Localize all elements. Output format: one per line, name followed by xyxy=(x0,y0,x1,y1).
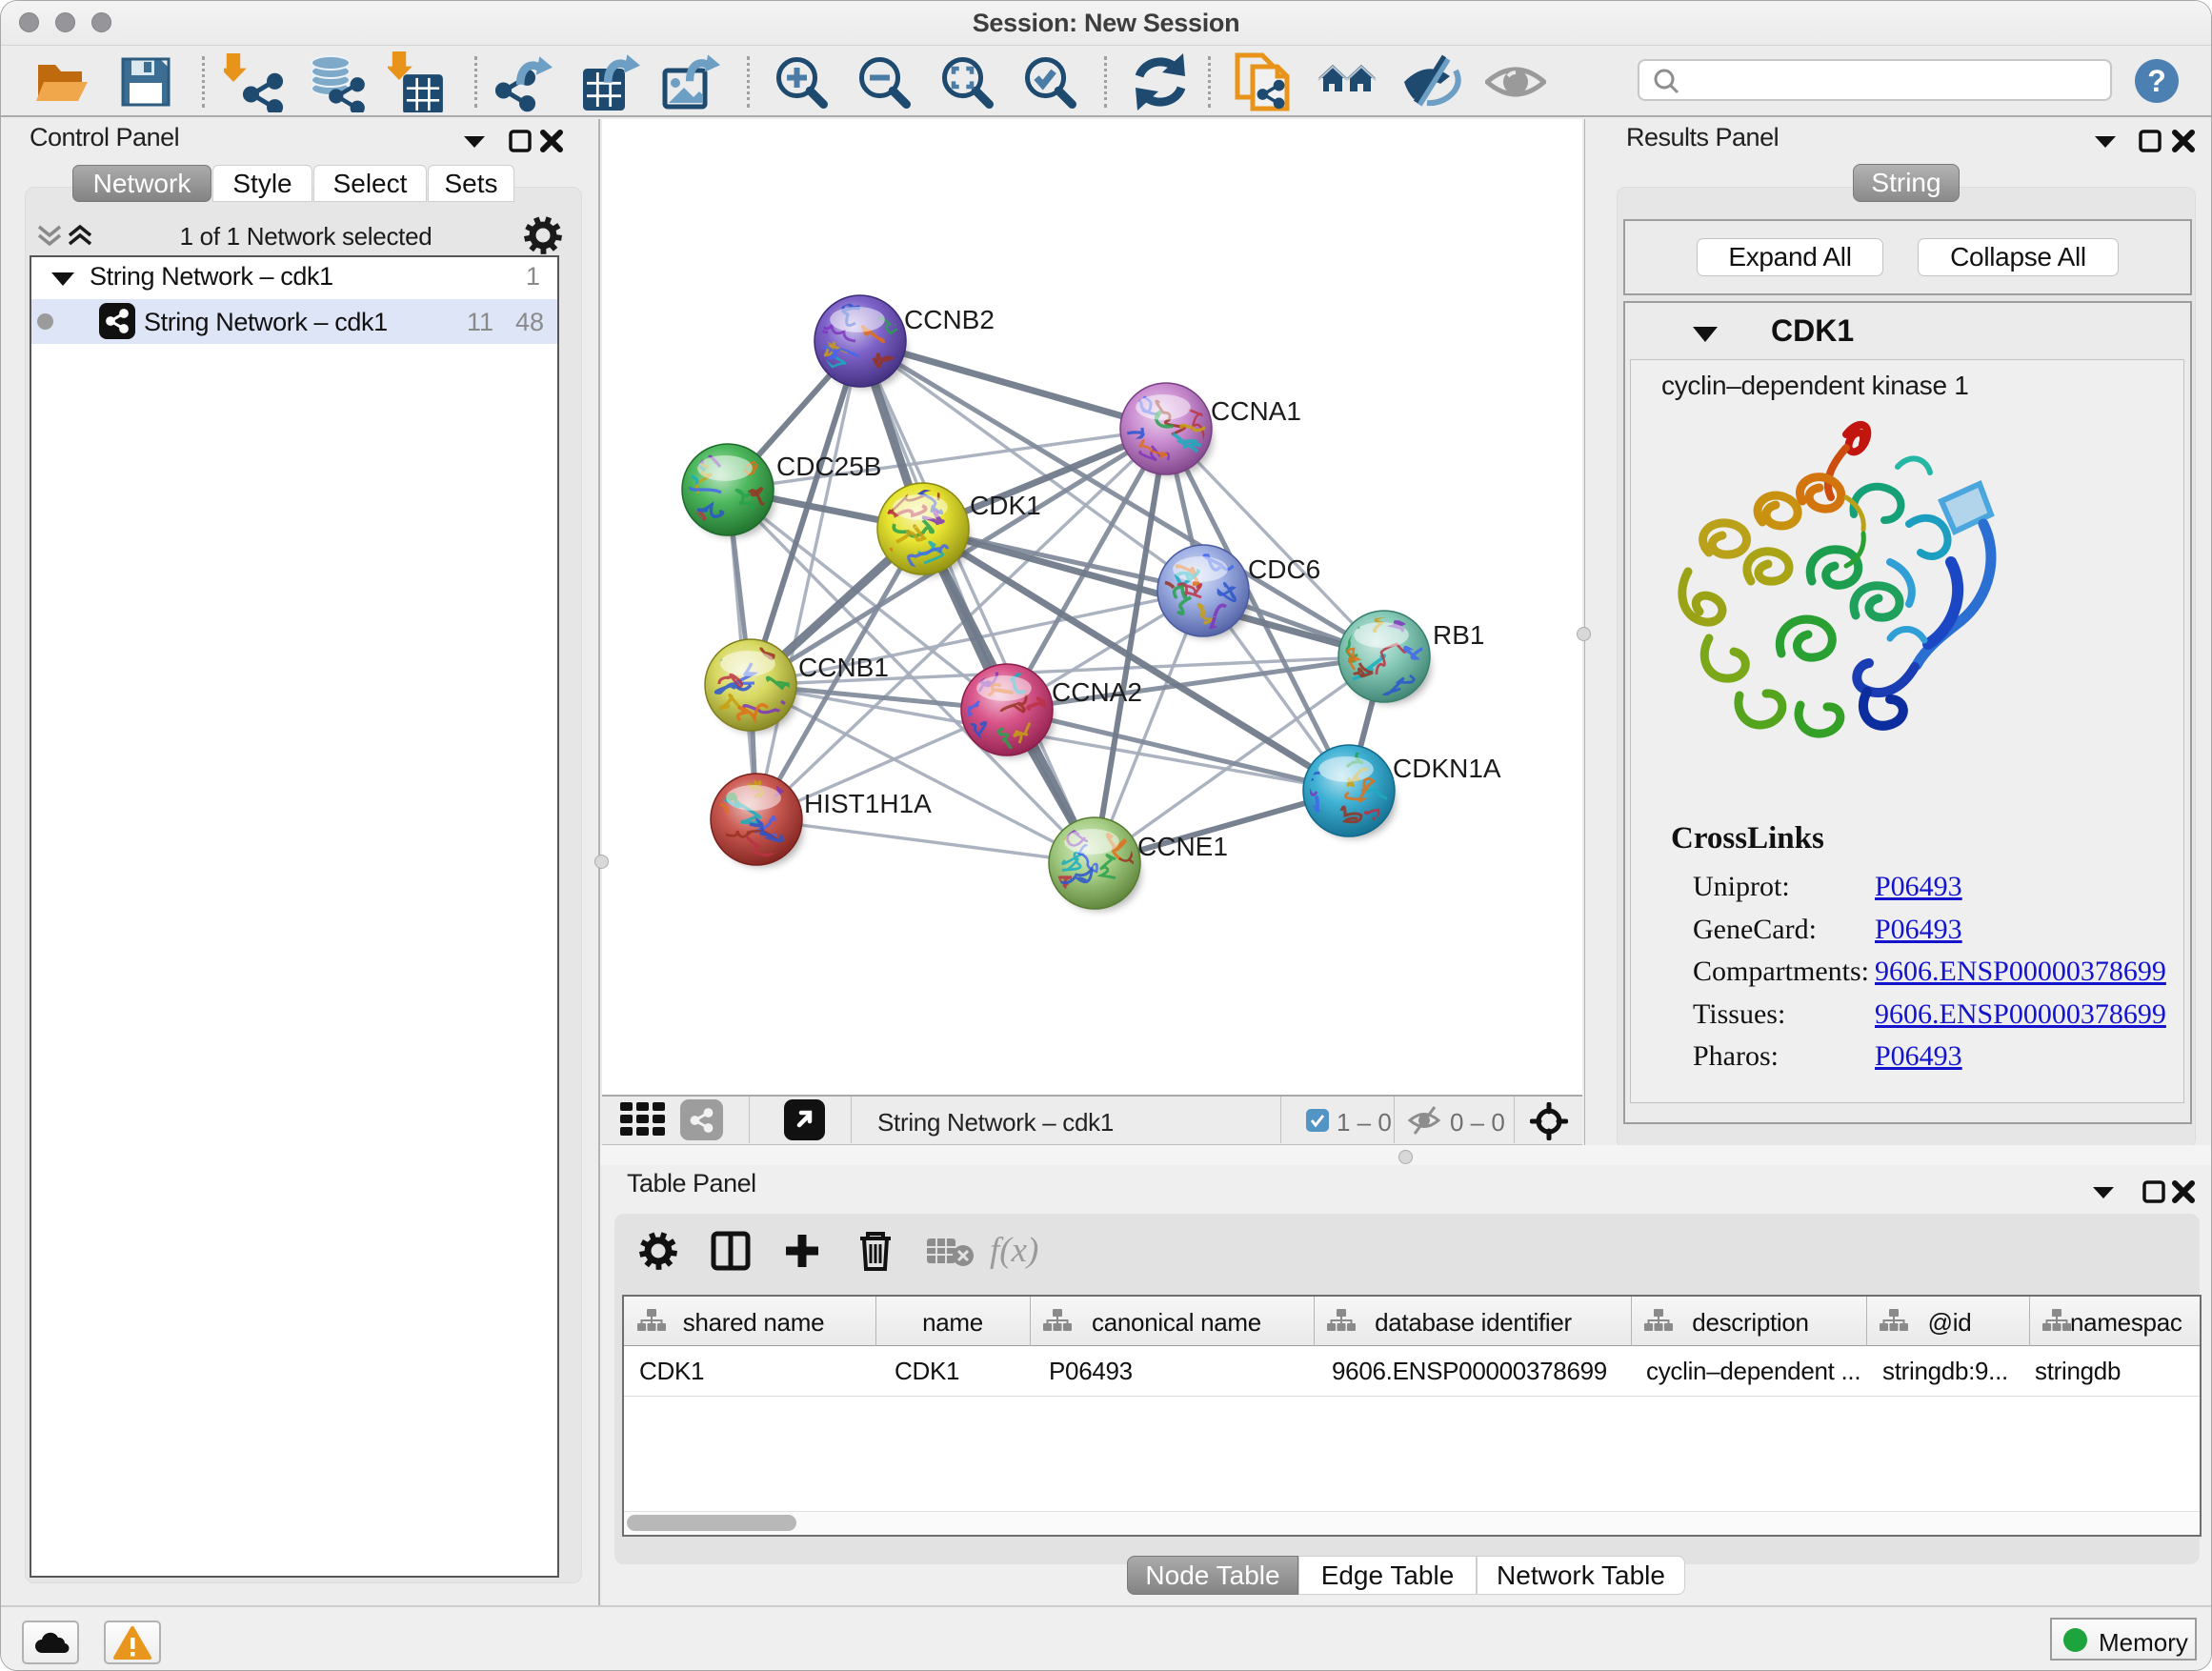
svg-text:HIST1H1A: HIST1H1A xyxy=(804,789,932,818)
svg-text:CCNB2: CCNB2 xyxy=(904,305,995,334)
svg-text:CCNE1: CCNE1 xyxy=(1137,832,1228,861)
svg-text:CCNA2: CCNA2 xyxy=(1052,677,1142,707)
svg-text:RB1: RB1 xyxy=(1433,620,1484,650)
svg-text:CDKN1A: CDKN1A xyxy=(1393,754,1501,783)
svg-text:CCNA1: CCNA1 xyxy=(1211,396,1301,426)
svg-text:CDC6: CDC6 xyxy=(1248,554,1320,584)
svg-text:CDC25B: CDC25B xyxy=(776,452,881,481)
svg-text:CDK1: CDK1 xyxy=(970,491,1041,520)
svg-text:CCNB1: CCNB1 xyxy=(798,653,889,682)
